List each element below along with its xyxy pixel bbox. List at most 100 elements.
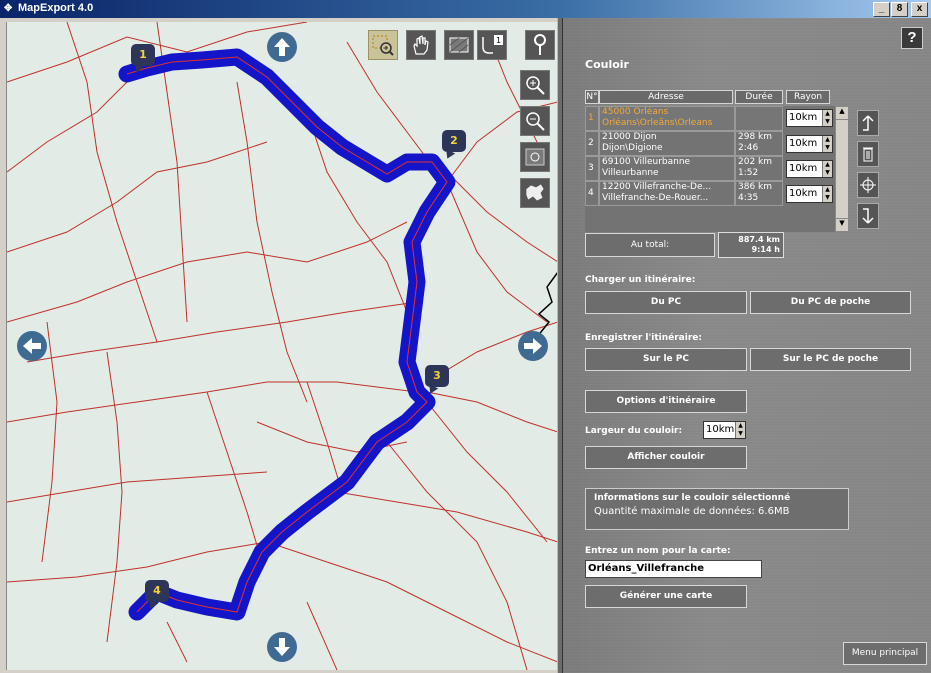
pan-right-arrow-icon[interactable] (518, 331, 548, 361)
radius-spinner-2[interactable]: 10km ▲ ▼ (786, 135, 833, 153)
spinner-arrows-icon[interactable]: ▲ ▼ (735, 422, 745, 438)
duration-distance: 386 km (738, 182, 773, 192)
pan-up-arrow-icon[interactable] (267, 32, 297, 62)
close-button[interactable]: x (911, 2, 928, 17)
pan-left-arrow-icon[interactable] (17, 331, 47, 361)
corridor-info-box: Informations sur le couloir sélectionné … (585, 488, 849, 530)
radius-value: 10km (789, 138, 818, 149)
address-line1: 12200 Villefranche-De... (602, 182, 712, 192)
scroll-down-icon[interactable]: ▼ (836, 218, 848, 231)
address-line2: Dijon\Digione (602, 143, 663, 153)
help-button[interactable]: ? (901, 27, 923, 49)
panel-title: Couloir (585, 58, 629, 71)
window-title: MapExport 4.0 (18, 2, 94, 14)
trash-icon[interactable] (857, 141, 879, 167)
row-address: 21000 Dijon Dijon\Digione (599, 131, 735, 156)
zoom-area-icon[interactable] (520, 142, 550, 172)
app-icon: ✥ (4, 2, 13, 14)
pan-down-arrow-icon[interactable] (267, 632, 297, 662)
maximize-button[interactable]: 8 (891, 2, 908, 17)
row-num: 1 (585, 106, 599, 131)
radius-spinner-4[interactable]: 10km ▲ ▼ (786, 185, 833, 203)
table-scrollbar[interactable]: ▲ ▼ (835, 106, 849, 232)
address-line1: 21000 Dijon (602, 132, 657, 142)
route-marker-2[interactable]: 2 (442, 130, 466, 152)
duration-time: 2:46 (738, 143, 759, 153)
total-box: 887.4 km 9:14 h (718, 232, 784, 258)
duration-distance: 202 km (738, 157, 773, 167)
col-header-num: N° (585, 90, 599, 104)
road-network (7, 22, 558, 670)
scroll-up-icon[interactable]: ▲ (836, 107, 848, 120)
row-duration: 386 km 4:35 (735, 181, 783, 206)
radius-value: 10km (789, 188, 818, 199)
row-num: 3 (585, 156, 599, 181)
load-pocket-pc-button[interactable]: Du PC de poche (750, 291, 911, 314)
total-distance: 887.4 km (738, 235, 780, 244)
zoom-out-icon[interactable] (520, 106, 550, 136)
load-label: Charger un itinéraire: (585, 275, 696, 285)
target-icon[interactable] (857, 172, 879, 198)
window-titlebar: ✥ MapExport 4.0 _ 8 x (0, 0, 931, 18)
map-view[interactable]: 1 2 3 4 1 (6, 22, 558, 670)
radius-value: 10km (789, 163, 818, 174)
col-header-duration: Durée (735, 90, 783, 104)
route-marker-1[interactable]: 1 (131, 44, 155, 66)
duration-time: 1:52 (738, 168, 759, 178)
radius-spinner-1[interactable]: 10km ▲ ▼ (786, 109, 833, 127)
radius-value: 10km (789, 112, 818, 123)
pin-icon[interactable] (525, 30, 555, 60)
map-name-label: Entrez un nom pour la carte: (585, 546, 731, 556)
save-pc-button[interactable]: Sur le PC (585, 348, 747, 371)
row-address: 45000 Orléans Orléans\Orleãns\Orleans (599, 106, 735, 131)
row-duration: 298 km 2:46 (735, 131, 783, 156)
address-line1: 45000 Orléans (602, 107, 669, 117)
area-select-icon[interactable] (444, 30, 474, 60)
spinner-arrows-icon[interactable]: ▲ ▼ (822, 186, 832, 202)
duration-distance: 298 km (738, 132, 773, 142)
route-step-icon[interactable]: 1 (477, 30, 507, 60)
row-duration (735, 106, 783, 131)
europe-map-icon[interactable] (520, 178, 550, 208)
move-down-icon[interactable] (857, 203, 879, 229)
info-text: Quantité maximale de données: 6.6MB (594, 506, 790, 517)
corridor-width-label: Largeur du couloir: (585, 426, 683, 436)
save-pocket-pc-button[interactable]: Sur le PC de poche (750, 348, 911, 371)
select-zoom-icon[interactable] (368, 30, 398, 60)
map-name-input[interactable]: Orléans_Villefranche (585, 560, 762, 578)
zoom-in-icon[interactable] (520, 70, 550, 100)
duration-time: 4:35 (738, 193, 759, 203)
save-label: Enregistrer l'itinéraire: (585, 333, 702, 343)
spinner-arrows-icon[interactable]: ▲ ▼ (822, 136, 832, 152)
route-corridor (118, 48, 456, 621)
route-marker-3[interactable]: 3 (425, 365, 449, 387)
corridor-panel: ? Couloir N° Adresse Durée Rayon 1 45000… (563, 18, 931, 673)
show-corridor-button[interactable]: Afficher couloir (585, 446, 747, 469)
route-options-button[interactable]: Options d'itinéraire (585, 390, 747, 413)
move-up-icon[interactable] (857, 110, 879, 136)
col-header-address: Adresse (599, 90, 733, 104)
info-title: Informations sur le couloir sélectionné (594, 493, 791, 503)
row-duration: 202 km 1:52 (735, 156, 783, 181)
row-num: 4 (585, 181, 599, 206)
main-menu-button[interactable]: Menu principal (843, 642, 927, 665)
row-num: 2 (585, 131, 599, 156)
generate-map-button[interactable]: Générer une carte (585, 585, 747, 608)
address-line2: Orléans\Orleãns\Orleans (602, 118, 713, 128)
address-line2: Villefranche-De-Rouer... (602, 193, 709, 203)
address-line1: 69100 Villeurbanne (602, 157, 691, 167)
row-address: 12200 Villefranche-De... Villefranche-De-… (599, 181, 735, 206)
route-marker-4[interactable]: 4 (145, 580, 169, 602)
load-pc-button[interactable]: Du PC (585, 291, 747, 314)
corridor-width-spinner[interactable]: 10km ▲ ▼ (703, 421, 746, 439)
map-canvas (7, 22, 558, 670)
spinner-arrows-icon[interactable]: ▲ ▼ (822, 110, 832, 126)
svg-text:1: 1 (496, 36, 501, 45)
minimize-button[interactable]: _ (873, 2, 890, 17)
total-time: 9:14 h (751, 245, 780, 254)
radius-spinner-3[interactable]: 10km ▲ ▼ (786, 160, 833, 178)
pan-hand-icon[interactable] (406, 30, 436, 60)
spinner-arrows-icon[interactable]: ▲ ▼ (822, 161, 832, 177)
col-header-radius: Rayon (786, 90, 830, 104)
row-address: 69100 Villeurbanne Villeurbanne (599, 156, 735, 181)
